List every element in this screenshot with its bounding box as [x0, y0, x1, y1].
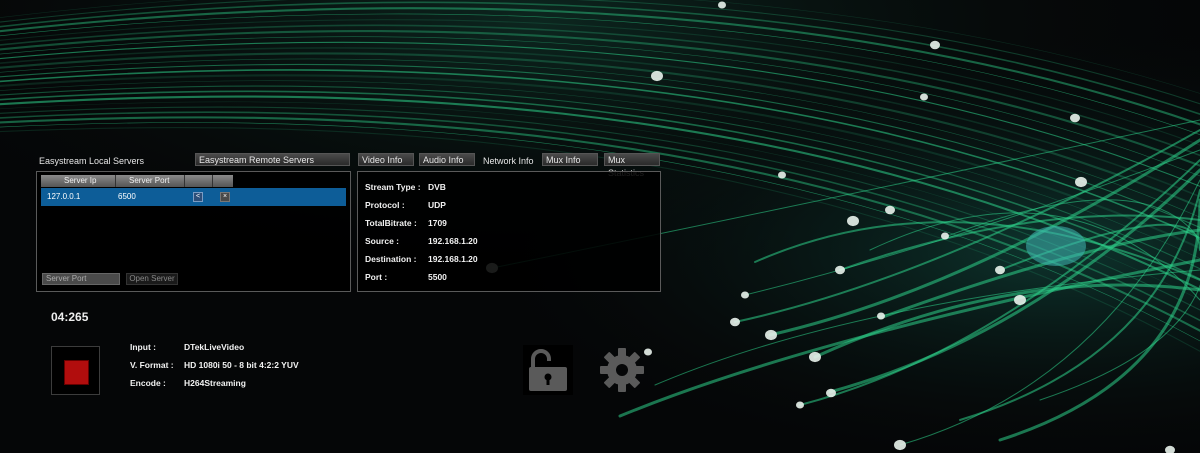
tab-mux-statistics[interactable]: Mux Statistics: [604, 153, 660, 178]
gear-icon: [600, 348, 644, 392]
unlock-icon: [529, 349, 567, 391]
stream-type-label: Stream Type :: [365, 182, 421, 192]
encode-row: Encode : H264Streaming: [130, 378, 246, 388]
port-value: 5500: [428, 272, 447, 282]
tab-local-servers[interactable]: Easystream Local Servers: [39, 155, 144, 168]
total-bitrate-value: 1709: [428, 218, 447, 228]
source-value: 192.168.1.20: [428, 236, 478, 246]
open-server-button[interactable]: Open Server: [126, 273, 178, 285]
source-label: Source :: [365, 236, 400, 246]
stream-timer: 04:265: [51, 310, 89, 324]
column-server-port: Server Port: [129, 176, 170, 185]
server-port-input[interactable]: Server Port: [42, 273, 120, 285]
format-value: HD 1080i 50 - 8 bit 4:2:2 YUV: [184, 360, 299, 370]
tab-video-info[interactable]: Video Info: [358, 153, 414, 166]
tab-audio-info[interactable]: Audio Info: [419, 153, 475, 166]
stream-type-value: DVB: [428, 182, 446, 192]
server-port-cell: 6500: [118, 192, 136, 201]
total-bitrate-label: TotalBitrate :: [365, 218, 417, 228]
close-icon[interactable]: ×: [220, 192, 230, 202]
format-row: V. Format : HD 1080i 50 - 8 bit 4:2:2 YU…: [130, 360, 299, 370]
tab-mux-info[interactable]: Mux Info: [542, 153, 598, 166]
lock-button[interactable]: [523, 345, 573, 395]
encode-label: Encode :: [130, 378, 166, 388]
encode-value: H264Streaming: [184, 378, 246, 388]
server-ip-cell: 127.0.0.1: [47, 192, 81, 201]
format-label: V. Format :: [130, 360, 174, 370]
protocol-label: Protocol :: [365, 200, 405, 210]
stop-button[interactable]: [51, 346, 100, 395]
tab-network-info[interactable]: Network Info: [483, 155, 534, 168]
stop-icon: [64, 360, 89, 385]
input-label: Input :: [130, 342, 156, 352]
destination-value: 192.168.1.20: [428, 254, 478, 264]
input-row: Input : DTekLiveVideo: [130, 342, 244, 352]
port-label: Port :: [365, 272, 388, 282]
network-info-panel: Stream Type : DVB Protocol : UDP TotalBi…: [357, 171, 661, 292]
arrow-left-icon[interactable]: <: [193, 192, 203, 202]
protocol-value: UDP: [428, 200, 446, 210]
table-row[interactable]: 127.0.0.1 6500 < ×: [41, 188, 346, 206]
local-servers-panel: Server Ip Server Port 127.0.0.1 6500 < ×…: [36, 171, 351, 292]
settings-button[interactable]: [597, 345, 647, 395]
tab-remote-servers[interactable]: Easystream Remote Servers: [195, 153, 350, 166]
destination-label: Destination :: [365, 254, 417, 264]
column-server-ip: Server Ip: [64, 176, 97, 185]
servers-table-header: Server Ip Server Port: [41, 175, 233, 187]
input-value: DTekLiveVideo: [184, 342, 245, 352]
